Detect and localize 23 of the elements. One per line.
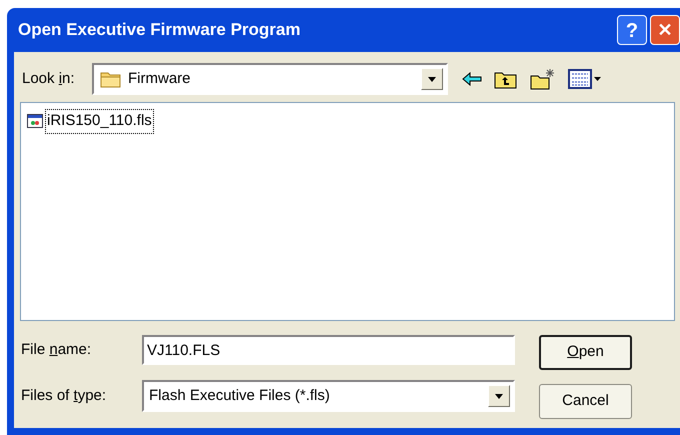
dropdown-button[interactable] xyxy=(488,385,510,407)
file-icon xyxy=(27,113,43,130)
close-button[interactable]: ✕ xyxy=(650,15,680,45)
dialog-button[interactable]: Open xyxy=(539,335,632,370)
file-item[interactable]: iRIS150_110.fls xyxy=(45,109,154,134)
dialog-button[interactable]: Cancel xyxy=(539,384,632,419)
look-in-label: Look in: xyxy=(21,68,76,89)
dropdown-arrow-icon xyxy=(495,394,503,398)
dropdown-arrow-icon xyxy=(428,76,436,82)
window-title: Open Executive Firmware Program xyxy=(17,19,300,42)
folder-name: Firmware xyxy=(128,68,192,89)
file-name-label: File name: xyxy=(20,340,92,360)
look-in-dropdown[interactable]: Firmware xyxy=(92,63,448,95)
file-type-value: Flash Executive Files (*.fls) xyxy=(149,386,331,406)
file-type-label: Files of type: xyxy=(20,386,108,406)
folder-icon xyxy=(100,70,122,88)
view-menu-icon[interactable] xyxy=(568,69,602,89)
back-arrow-icon[interactable] xyxy=(462,72,482,86)
help-button[interactable]: ? xyxy=(617,15,647,45)
file-name-field[interactable]: VJ110.FLS xyxy=(142,335,515,365)
new-folder-icon[interactable] xyxy=(530,68,556,90)
dropdown-button[interactable] xyxy=(421,68,443,90)
file-type-dropdown[interactable]: Flash Executive Files (*.fls) xyxy=(142,380,515,412)
